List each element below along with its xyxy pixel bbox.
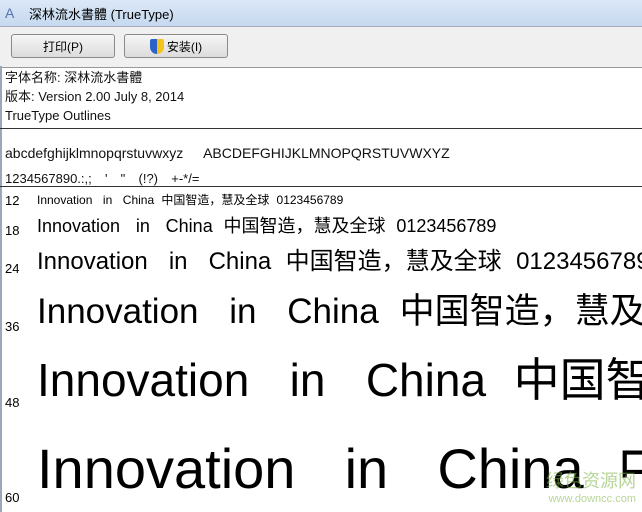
uac-shield-icon: [149, 38, 164, 54]
sample-latin: Innovation in China: [37, 248, 272, 275]
title-bar: A 深林流水書體 (TrueType): [0, 0, 642, 26]
print-label: 打印(P): [43, 39, 83, 54]
sample-size: 18: [5, 223, 20, 238]
watermark-url: www.downcc.com: [548, 493, 636, 505]
sample-row: 24 Innovation in China 中国智造，慧及全球 012345678…: [0, 246, 642, 276]
sample-cjk: 中国智造，慧及全球: [223, 216, 386, 237]
sample-digits: 0123456789: [516, 248, 642, 275]
install-label: 安装(I): [166, 39, 203, 54]
sample-latin: Innovation in China: [37, 437, 584, 500]
sample-row: 48 Innovation in China中国智造，慧及全球012345678…: [0, 353, 642, 410]
sample-text: Innovation in China 中国智造，慧及全球 0123456789: [37, 191, 350, 208]
sample-size: 12: [5, 193, 20, 208]
window-title: 深林流水書體 (TrueType): [29, 6, 174, 22]
sample-text: Innovation in China中国智造，慧及全球0123456789: [37, 344, 642, 410]
font-name: 字体名称: 深林流水書體: [5, 70, 143, 85]
sample-cjk: 中国智造，慧及全球: [161, 193, 270, 207]
sample-text: Innovation in China 中国智造，慧及全球 0123456789: [37, 241, 642, 276]
sample-digits: 0123456789: [396, 216, 497, 236]
sample-size: 60: [5, 490, 20, 505]
charset-digits: 1234567890.:,; ' " (!?) +-*/=: [5, 171, 200, 186]
print-button[interactable]: 打印(P): [11, 34, 115, 58]
toolbar: 打印(P) 安装(I): [0, 26, 642, 68]
sample-size: 48: [5, 395, 20, 410]
sample-cjk: 中国智造，慧及全球: [513, 353, 642, 407]
sample-latin: Innovation in China: [37, 216, 213, 236]
sample-text: Innovation in China中国智造，慧及全球0123456789: [37, 283, 642, 334]
sample-row: 36 Innovation in China中国智造，慧及全球012345678…: [0, 290, 642, 334]
install-button[interactable]: 安装(I): [124, 34, 228, 58]
watermark: 绿色资源网 www.downcc.com: [546, 472, 636, 508]
sample-row: 18 Innovation in China 中国智造，慧及全球 012345678…: [0, 214, 642, 238]
watermark-name: 绿色资源网: [546, 471, 636, 491]
sample-digits: 0123456789: [276, 193, 344, 207]
sample-size: 24: [5, 261, 20, 276]
sample-latin: Innovation in China: [37, 193, 155, 207]
divider: [0, 128, 642, 129]
font-viewer-icon: A: [5, 5, 15, 21]
charset-letters: abcdefghijklmnopqrstuvwxyz ABCDEFGHIJKLM…: [5, 145, 450, 161]
sample-row: 12 Innovation in China 中国智造，慧及全球 012345678…: [0, 190, 642, 208]
sample-text: Innovation in China 中国智造，慧及全球 0123456789: [37, 212, 507, 238]
sample-latin: Innovation in China: [37, 292, 379, 331]
sample-size: 36: [5, 319, 20, 334]
character-set: abcdefghijklmnopqrstuvwxyz ABCDEFGHIJKLM…: [5, 141, 450, 191]
sample-cjk: 中国智造，慧及全球: [399, 292, 642, 332]
font-outline-type: TrueType Outlines: [5, 108, 111, 123]
font-info: 字体名称: 深林流水書體 版本: Version 2.00 July 8, 20…: [5, 68, 184, 125]
divider: [0, 186, 642, 187]
sample-cjk: 中国智造，慧及全球: [285, 247, 502, 275]
font-version: 版本: Version 2.00 July 8, 2014: [5, 89, 185, 104]
sample-latin: Innovation in China: [37, 354, 487, 406]
